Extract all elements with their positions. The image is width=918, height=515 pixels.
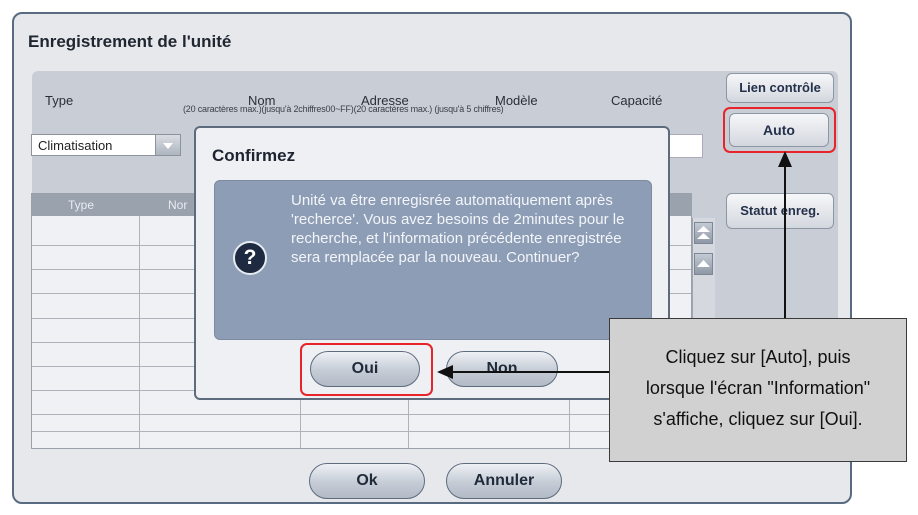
header-constraints: (20 caractères max.)(jusqu'à 2chiffres00… [183, 104, 504, 114]
dialog-message: Unité va être enregisrée automatiquement… [291, 192, 625, 266]
chevron-up-icon [697, 260, 710, 267]
header-type: Type [45, 93, 74, 108]
double-chevron-up-icon [697, 226, 710, 239]
question-icon: ? [233, 241, 267, 275]
window-title: Enregistrement de l'unité [28, 32, 232, 51]
callout-line-1: Cliquez sur [Auto], puis [665, 347, 851, 367]
registration-status-button[interactable]: Statut enreg. [726, 193, 834, 229]
ok-button[interactable]: Ok [309, 463, 425, 499]
control-link-button[interactable]: Lien contrôle [726, 73, 834, 103]
chevron-down-icon[interactable] [155, 135, 180, 155]
callout-line-3: s'affiche, cliquez sur [Oui]. [653, 409, 863, 429]
table-row[interactable] [32, 414, 691, 415]
dialog-message-box: ? Unité va être enregisrée automatiqueme… [214, 180, 652, 340]
dialog-title: Confirmez [212, 146, 296, 165]
yes-highlight [300, 343, 433, 396]
table-row[interactable] [32, 431, 691, 432]
cancel-button[interactable]: Annuler [446, 463, 562, 499]
type-select[interactable]: Climatisation [31, 134, 181, 156]
no-button[interactable]: Non [446, 351, 558, 387]
scroll-top-button[interactable] [694, 222, 713, 244]
callout-line-2: lorsque l'écran "Information" [645, 378, 871, 398]
scroll-up-button[interactable] [694, 253, 713, 275]
table-header-type: Type [68, 198, 95, 212]
type-select-value: Climatisation [38, 138, 113, 153]
table-header-nom: Nor [168, 198, 188, 212]
instruction-callout: Cliquez sur [Auto], puis lorsque l'écran… [609, 318, 907, 462]
auto-highlight [723, 107, 836, 153]
header-capacite: Capacité [611, 93, 663, 108]
